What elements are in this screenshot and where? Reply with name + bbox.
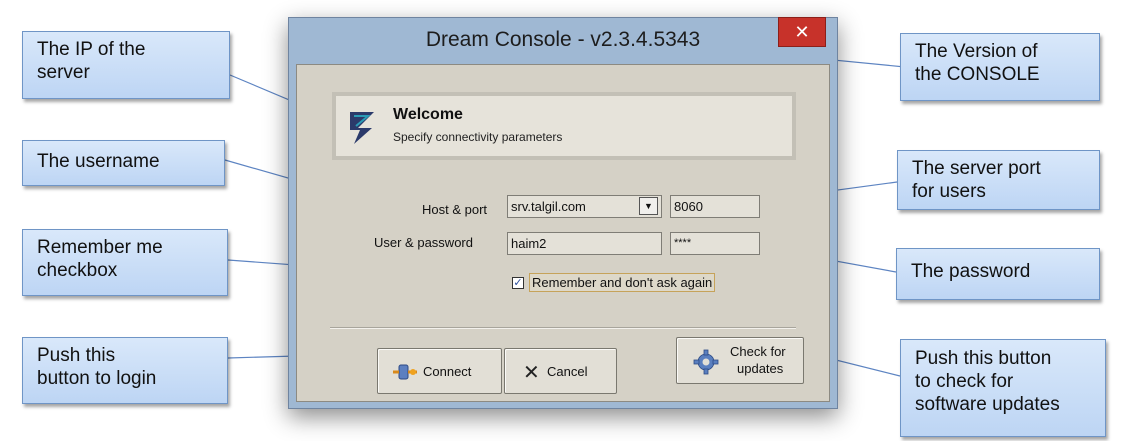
callout-username: The username (22, 140, 225, 186)
check-updates-label-line2: updates (737, 361, 784, 376)
dialog-window: Dream Console - v2.3.4.5343 ✕ Welcome Sp… (288, 17, 838, 409)
callout-password: The password (896, 248, 1100, 300)
cancel-label: Cancel (547, 364, 588, 379)
host-select[interactable]: srv.talgil.com ▼ (507, 195, 662, 218)
check-updates-label-line1: Check for (730, 344, 786, 359)
chevron-down-icon[interactable]: ▼ (639, 197, 658, 215)
password-input[interactable]: **** (670, 232, 760, 255)
welcome-panel: Welcome Specify connectivity parameters (332, 92, 796, 160)
check-updates-button[interactable]: Check for updates (676, 337, 804, 384)
welcome-subtitle: Specify connectivity parameters (393, 130, 563, 144)
callout-version: The Version of the CONSOLE (900, 33, 1100, 101)
connect-icon (393, 364, 417, 380)
dialog-client: Welcome Specify connectivity parameters … (296, 64, 830, 402)
connect-label: Connect (423, 364, 472, 379)
callout-ip: The IP of the server (22, 31, 230, 99)
window-title: Dream Console - v2.3.4.5343 (425, 28, 701, 51)
title-bar[interactable]: Dream Console - v2.3.4.5343 ✕ (289, 17, 837, 64)
dream-logo-icon (350, 112, 374, 144)
separator (330, 327, 796, 329)
host-value: srv.talgil.com (511, 199, 586, 214)
remember-label[interactable]: Remember and don't ask again (529, 273, 716, 292)
close-icon: ✕ (523, 362, 540, 384)
callout-remember: Remember me checkbox (22, 229, 228, 296)
user-password-label: User & password (374, 235, 473, 250)
callout-login: Push this button to login (22, 337, 228, 404)
connect-button[interactable]: Connect (377, 348, 502, 394)
close-button[interactable]: ✕ (778, 17, 826, 47)
callout-port: The server port for users (897, 150, 1100, 210)
port-input[interactable]: 8060 (670, 195, 760, 218)
host-port-label: Host & port (422, 202, 488, 217)
cancel-button[interactable]: ✕ Cancel (504, 348, 617, 394)
callout-updates: Push this button to check for software u… (900, 339, 1106, 437)
remember-checkbox[interactable]: ✓ (512, 277, 524, 289)
welcome-title: Welcome (393, 106, 463, 123)
gear-icon (693, 349, 719, 375)
username-input[interactable]: haim2 (507, 232, 662, 255)
